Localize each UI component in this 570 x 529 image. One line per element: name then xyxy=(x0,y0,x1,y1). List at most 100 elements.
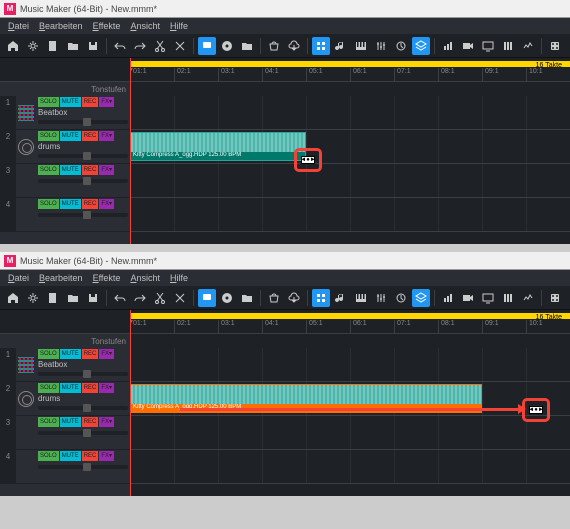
disc-icon[interactable] xyxy=(218,37,236,55)
playhead[interactable] xyxy=(130,58,131,244)
open-icon[interactable] xyxy=(64,289,82,307)
save-icon[interactable] xyxy=(84,37,102,55)
menu-hilfe[interactable]: Hilfe xyxy=(166,20,192,32)
mute-button[interactable]: MUTE xyxy=(60,199,81,209)
fx-button[interactable]: FX▾ xyxy=(99,451,114,461)
stretch-handle-icon[interactable]: ◄●► xyxy=(301,156,315,164)
mixer-icon[interactable] xyxy=(499,289,517,307)
grid-icon[interactable] xyxy=(312,289,330,307)
folder-icon[interactable] xyxy=(238,37,256,55)
track-lane-4[interactable] xyxy=(130,450,570,484)
menu-bearbeiten[interactable]: Bearbeiten xyxy=(35,272,87,284)
open-icon[interactable] xyxy=(64,37,82,55)
cut-icon[interactable] xyxy=(151,37,169,55)
timeline[interactable]: 16 Takte 01:1 02:1 03:1 04:1 05:1 06:1 0… xyxy=(130,58,570,244)
undo-icon[interactable] xyxy=(111,289,129,307)
track-header-3[interactable]: 3 SOLO MUTE REC FX▾ xyxy=(0,164,130,198)
fx-button[interactable]: FX▾ xyxy=(99,97,114,107)
music-icon[interactable] xyxy=(332,37,350,55)
store-icon[interactable] xyxy=(265,37,283,55)
mixer-icon[interactable] xyxy=(499,37,517,55)
cut-icon[interactable] xyxy=(151,289,169,307)
mute-button[interactable]: MUTE xyxy=(60,451,81,461)
timeline[interactable]: 16 Takte 01:1 02:1 03:1 04:1 05:1 06:1 0… xyxy=(130,310,570,496)
disc-icon[interactable] xyxy=(218,289,236,307)
audio-clip[interactable]: Kitty Compress A_ogg.HDP 125.00 BPM xyxy=(130,132,306,161)
track-lane-1[interactable] xyxy=(130,348,570,382)
cloud-icon[interactable] xyxy=(285,289,303,307)
fx-button[interactable]: FX▾ xyxy=(99,199,114,209)
gear-icon[interactable] xyxy=(24,289,42,307)
sliders-icon[interactable] xyxy=(372,37,390,55)
volume-slider[interactable] xyxy=(38,431,128,435)
rec-button[interactable]: REC xyxy=(82,199,99,209)
solo-button[interactable]: SOLO xyxy=(38,451,59,461)
menu-hilfe[interactable]: Hilfe xyxy=(166,272,192,284)
store-icon[interactable] xyxy=(265,289,283,307)
mute-button[interactable]: MUTE xyxy=(60,383,81,393)
rec-button[interactable]: REC xyxy=(82,417,99,427)
home-icon[interactable] xyxy=(4,37,22,55)
piano-icon[interactable] xyxy=(352,289,370,307)
bars-icon[interactable] xyxy=(439,289,457,307)
delete-icon[interactable] xyxy=(171,289,189,307)
monitor-icon[interactable] xyxy=(479,289,497,307)
menu-effekte[interactable]: Effekte xyxy=(89,20,125,32)
time-ruler[interactable]: 01:1 02:1 03:1 04:1 05:1 06:1 07:1 08:1 … xyxy=(130,68,570,82)
rec-button[interactable]: REC xyxy=(82,349,99,359)
video-icon[interactable] xyxy=(459,289,477,307)
solo-button[interactable]: SOLO xyxy=(38,97,59,107)
mute-button[interactable]: MUTE xyxy=(60,131,81,141)
video-icon[interactable] xyxy=(459,37,477,55)
rec-button[interactable]: REC xyxy=(82,451,99,461)
track-header-2[interactable]: 2 SOLO MUTE REC FX▾ drums xyxy=(0,130,130,164)
track-header-4[interactable]: 4 SOLO MUTE REC FX▾ xyxy=(0,450,130,484)
mute-button[interactable]: MUTE xyxy=(60,417,81,427)
layers-icon[interactable] xyxy=(412,37,430,55)
track-lane-2[interactable]: Kitty Compress A_ogg.HDP 125.00 BPM ◄●► xyxy=(130,130,570,164)
fx-button[interactable]: FX▾ xyxy=(99,165,114,175)
stretch-handle-icon[interactable]: ◄●► xyxy=(529,406,543,414)
fx-button[interactable]: FX▾ xyxy=(99,417,114,427)
cloud-icon[interactable] xyxy=(285,37,303,55)
eq-icon[interactable] xyxy=(519,289,537,307)
bars-icon[interactable] xyxy=(439,37,457,55)
rec-button[interactable]: REC xyxy=(82,131,99,141)
new-icon[interactable] xyxy=(44,37,62,55)
undo-icon[interactable] xyxy=(111,37,129,55)
volume-slider[interactable] xyxy=(38,372,128,376)
solo-button[interactable]: SOLO xyxy=(38,199,59,209)
track-header-3[interactable]: 3 SOLO MUTE REC FX▾ xyxy=(0,416,130,450)
home-icon[interactable] xyxy=(4,289,22,307)
playhead[interactable] xyxy=(130,310,131,496)
rec-button[interactable]: REC xyxy=(82,97,99,107)
solo-button[interactable]: SOLO xyxy=(38,165,59,175)
folder-icon[interactable] xyxy=(238,289,256,307)
mute-button[interactable]: MUTE xyxy=(60,165,81,175)
volume-slider[interactable] xyxy=(38,465,128,469)
fx-icon[interactable] xyxy=(392,289,410,307)
fx-icon[interactable] xyxy=(392,37,410,55)
music-icon[interactable] xyxy=(332,289,350,307)
track-header-4[interactable]: 4 SOLO MUTE REC FX▾ xyxy=(0,198,130,232)
track-lane-1[interactable] xyxy=(130,96,570,130)
redo-icon[interactable] xyxy=(131,289,149,307)
rec-button[interactable]: REC xyxy=(82,165,99,175)
eq-icon[interactable] xyxy=(519,37,537,55)
delete-icon[interactable] xyxy=(171,37,189,55)
dice-icon[interactable] xyxy=(546,37,564,55)
loop-region[interactable]: 16 Takte xyxy=(130,313,570,319)
solo-button[interactable]: SOLO xyxy=(38,383,59,393)
piano-icon[interactable] xyxy=(352,37,370,55)
volume-slider[interactable] xyxy=(38,213,128,217)
chat-icon[interactable] xyxy=(198,37,216,55)
gear-icon[interactable] xyxy=(24,37,42,55)
menu-ansicht[interactable]: Ansicht xyxy=(126,20,164,32)
solo-button[interactable]: SOLO xyxy=(38,417,59,427)
volume-slider[interactable] xyxy=(38,120,128,124)
solo-button[interactable]: SOLO xyxy=(38,131,59,141)
time-ruler[interactable]: 01:1 02:1 03:1 04:1 05:1 06:1 07:1 08:1 … xyxy=(130,320,570,334)
track-header-1[interactable]: 1 SOLO MUTE REC FX▾ Beatbox xyxy=(0,96,130,130)
track-header-2[interactable]: 2 SOLO MUTE REC FX▾ drums xyxy=(0,382,130,416)
menu-datei[interactable]: Datei xyxy=(4,272,33,284)
